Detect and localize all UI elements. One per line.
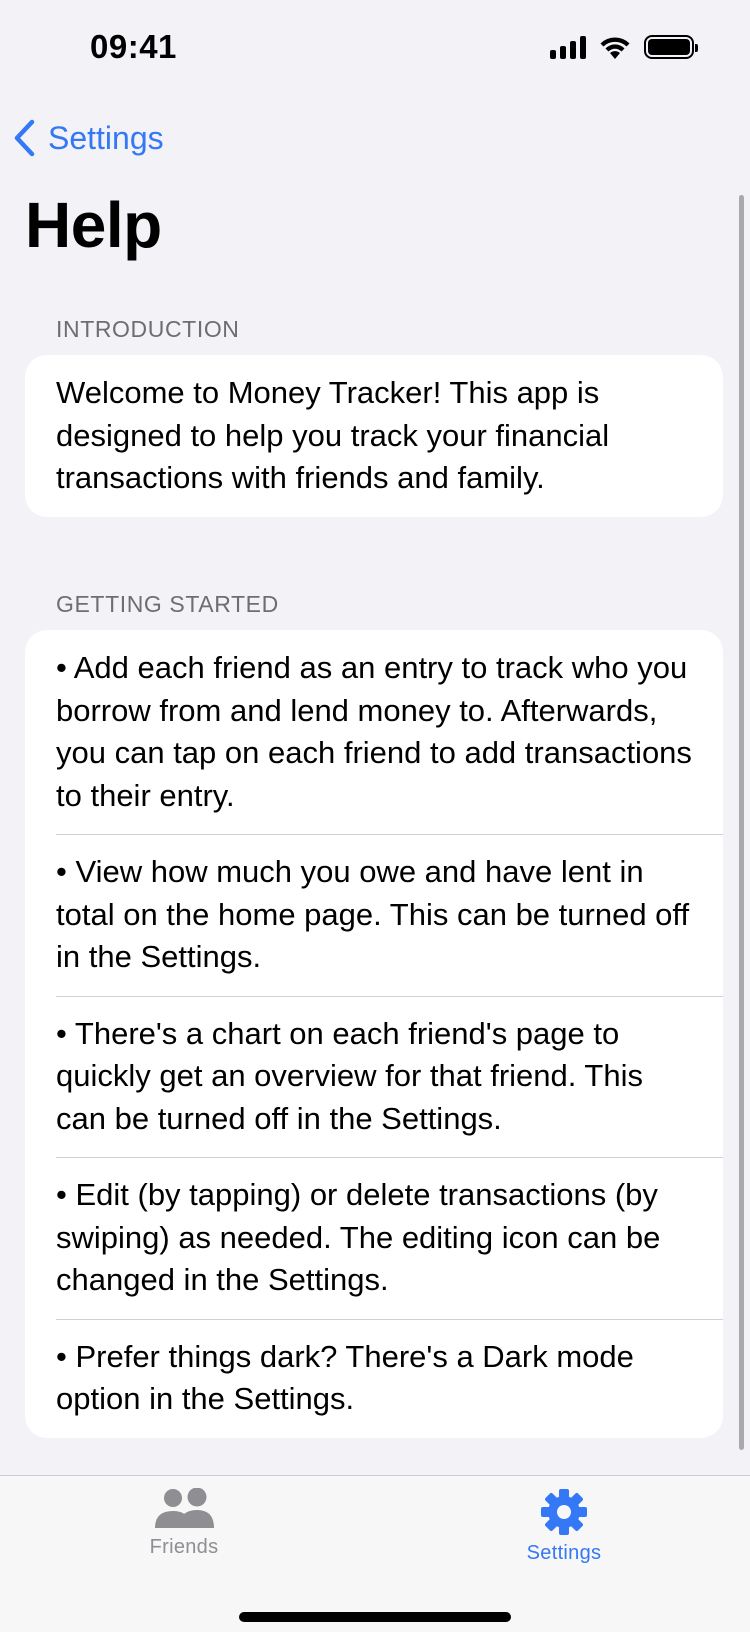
tip-row-chart: • There's a chart on each friend's page … [25,995,723,1158]
chevron-left-icon [14,119,35,157]
tab-bar: Friends Settings [0,1475,750,1632]
back-button-label: Settings [48,119,164,156]
tab-friends[interactable]: Friends [94,1488,274,1559]
tab-settings[interactable]: Settings [474,1488,654,1565]
tip-row-add-friend: • Add each friend as an entry to track w… [56,650,692,813]
status-bar: 09:41 [0,0,750,100]
people-icon [155,1488,214,1528]
tab-friends-label: Friends [149,1536,219,1558]
page-title: Help [25,189,162,261]
tip-row-edit-delete: • Edit (by tapping) or delete transactio… [25,1157,723,1319]
battery-icon [644,34,698,59]
getting-started-card: • Add each friend as an entry to track w… [25,630,723,1438]
status-time: 09:41 [90,28,177,65]
tab-settings-label: Settings [526,1542,602,1564]
introduction-card: Welcome to Money Tracker! This app is de… [25,355,723,517]
home-indicator [239,1612,511,1622]
section-header-getting-started: GETTING STARTED [56,591,279,617]
back-button[interactable]: Settings [12,114,164,162]
status-icons [550,34,698,59]
cellular-signal-icon [550,35,586,59]
wifi-icon [600,37,630,59]
scroll-indicator[interactable] [739,195,744,1450]
gear-icon [541,1489,587,1535]
tip-row-totals: • View how much you owe and have lent in… [25,834,723,996]
introduction-text: Welcome to Money Tracker! This app is de… [56,375,610,495]
section-header-introduction: INTRODUCTION [56,316,240,342]
tip-row-dark-mode: • Prefer things dark? There's a Dark mod… [25,1318,723,1438]
